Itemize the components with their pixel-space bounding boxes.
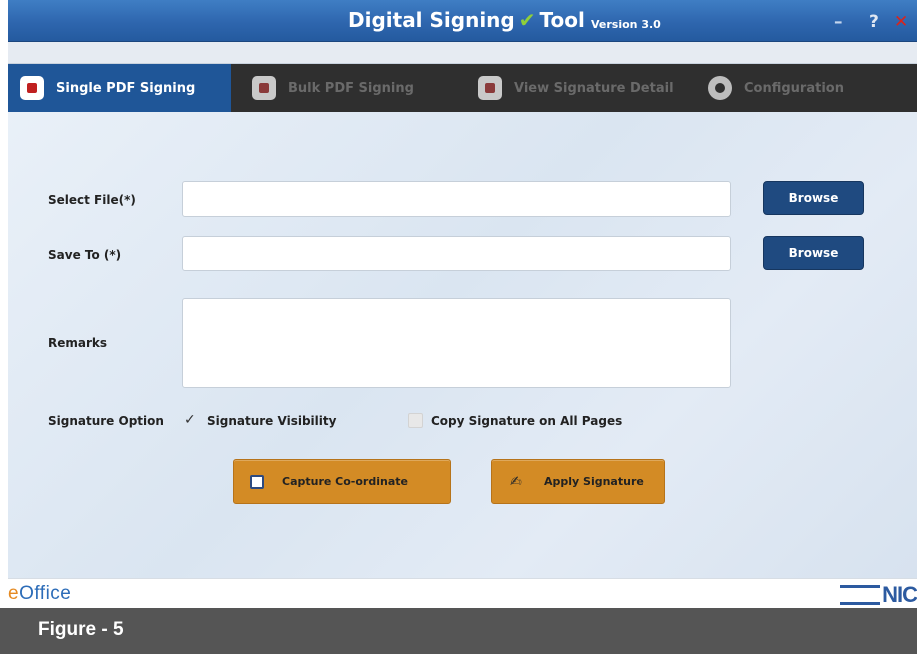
tab-label: View Signature Detail (514, 80, 674, 96)
capture-coordinate-button[interactable]: Capture Co-ordinate (233, 459, 451, 504)
capture-coordinate-label: Capture Co-ordinate (282, 475, 408, 488)
pen-icon: ✍ (510, 473, 522, 490)
remarks-label: Remarks (48, 336, 108, 350)
pdf-sign-icon (20, 76, 44, 100)
capture-coordinate-icon (250, 474, 264, 489)
application-window: Digital Signing ✔ Tool Version 3.0 – ? ✕ S… (8, 0, 917, 608)
tab-label: Configuration (744, 80, 844, 96)
app-title-part2: Tool (539, 8, 585, 32)
title-bar: Digital Signing ✔ Tool Version 3.0 – ? ✕ (8, 0, 917, 42)
signature-option-label: Signature Option (48, 414, 164, 428)
app-title: Digital Signing ✔ Tool (348, 8, 585, 32)
tab-configuration[interactable]: Configuration (696, 64, 844, 112)
apply-signature-label: Apply Signature (544, 475, 644, 488)
bulk-pdf-icon (252, 76, 276, 100)
minimize-button[interactable]: – (834, 14, 843, 31)
select-file-field[interactable] (182, 181, 731, 217)
footer-bar: eOffice NIC (8, 578, 917, 608)
tab-strip: Single PDF Signing Bulk PDF Signing View… (8, 64, 917, 112)
browse-save-to-button[interactable]: Browse (763, 236, 864, 270)
eoffice-logo: eOffice (8, 583, 72, 604)
nic-emblem-icon (840, 585, 881, 605)
toolbar-strip (8, 42, 917, 64)
save-to-label: Save To (*) (48, 248, 122, 262)
signature-visibility-label: Signature Visibility (207, 414, 337, 428)
figure-caption: Figure - 5 (38, 619, 124, 640)
browse-select-file-button[interactable]: Browse (763, 181, 864, 215)
version-label: Version 3.0 (591, 18, 661, 31)
tab-label: Bulk PDF Signing (288, 80, 414, 96)
remarks-field[interactable] (182, 298, 731, 388)
save-to-field[interactable] (182, 236, 731, 271)
signature-visibility-checkbox[interactable]: ✓ (184, 413, 199, 428)
tab-label: Single PDF Signing (56, 80, 196, 96)
close-button[interactable]: ✕ (894, 14, 908, 31)
tab-view-signature-detail[interactable]: View Signature Detail (466, 64, 674, 112)
apply-signature-button[interactable]: ✍ Apply Signature (491, 459, 665, 504)
figure-caption-bar: Figure - 5 (0, 608, 917, 654)
gear-icon (708, 76, 732, 100)
signature-detail-icon (478, 76, 502, 100)
app-title-part1: Digital Signing (348, 8, 515, 32)
tab-single-pdf-signing[interactable]: Single PDF Signing (8, 64, 231, 112)
copy-signature-checkbox[interactable] (408, 413, 423, 428)
signing-form: Select File(*) Browse Save To (*) Browse… (8, 112, 917, 578)
nic-logo: NIC (840, 582, 917, 608)
copy-signature-label: Copy Signature on All Pages (431, 414, 623, 428)
help-button[interactable]: ? (869, 14, 879, 31)
tab-bulk-pdf-signing[interactable]: Bulk PDF Signing (240, 64, 414, 112)
select-file-label: Select File(*) (48, 193, 136, 207)
checkmark-logo-icon: ✔ (518, 8, 536, 32)
